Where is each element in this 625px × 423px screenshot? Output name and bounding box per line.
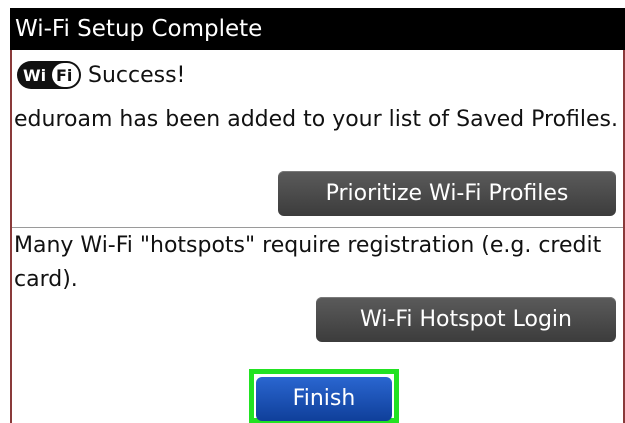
wifi-icon: Wi Fi (16, 60, 82, 90)
finish-button[interactable]: Finish (256, 377, 392, 421)
success-text: Success! (88, 62, 186, 88)
prioritize-wifi-profiles-button[interactable]: Prioritize Wi-Fi Profiles (278, 171, 616, 216)
svg-text:Fi: Fi (56, 66, 72, 85)
wifi-hotspot-login-button[interactable]: Wi-Fi Hotspot Login (316, 297, 616, 342)
section-divider (12, 227, 623, 228)
hotspot-registration-message: Many Wi-Fi "hotspots" require registrati… (14, 233, 602, 292)
saved-profile-message: eduroam has been added to your list of S… (14, 107, 618, 132)
dialog-title: Wi-Fi Setup Complete (10, 8, 625, 50)
svg-text:Wi: Wi (23, 66, 46, 85)
success-status: Wi Fi Success! (16, 58, 185, 92)
window-frame-left (10, 8, 12, 423)
